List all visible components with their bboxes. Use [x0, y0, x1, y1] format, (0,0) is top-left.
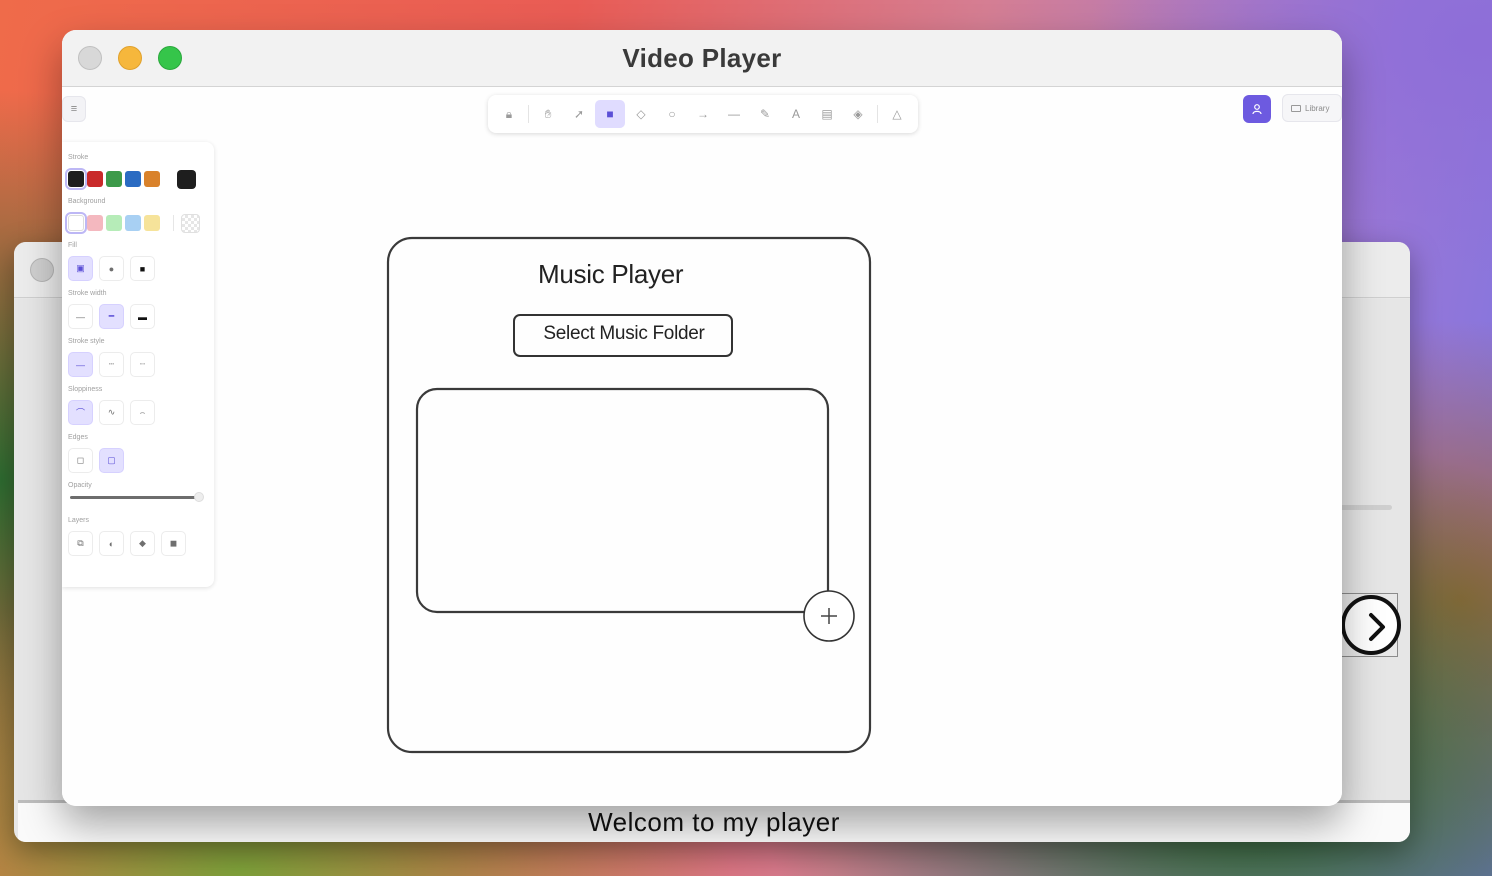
back-window-slider[interactable] — [1336, 505, 1392, 510]
window-titlebar: Video Player — [62, 30, 1342, 87]
back-window-close-button[interactable] — [30, 258, 54, 282]
maximize-window-button[interactable] — [158, 46, 182, 70]
video-player-window: Video Player ≡ 🔒︎ ✋︎ ➚ ■ ◇ ○ → — ✎ A ▤ ◈ △ Library S… — [62, 30, 1342, 806]
minimize-window-button[interactable] — [118, 46, 142, 70]
status-label: Welcom to my player — [18, 800, 1410, 842]
music-player-title: Music Player — [538, 259, 684, 289]
select-music-folder-label: Select Music Folder — [543, 323, 705, 344]
whiteboard-canvas[interactable]: ≡ 🔒︎ ✋︎ ➚ ■ ◇ ○ → — ✎ A ▤ ◈ △ Library Stroke Backgro… — [62, 87, 1342, 806]
add-point-icon — [803, 590, 855, 642]
close-window-button[interactable] — [78, 46, 102, 70]
sketch-drawing — [386, 236, 872, 754]
content-area-shape — [415, 387, 830, 614]
next-icon — [1341, 595, 1401, 655]
window-title: Video Player — [622, 42, 782, 73]
